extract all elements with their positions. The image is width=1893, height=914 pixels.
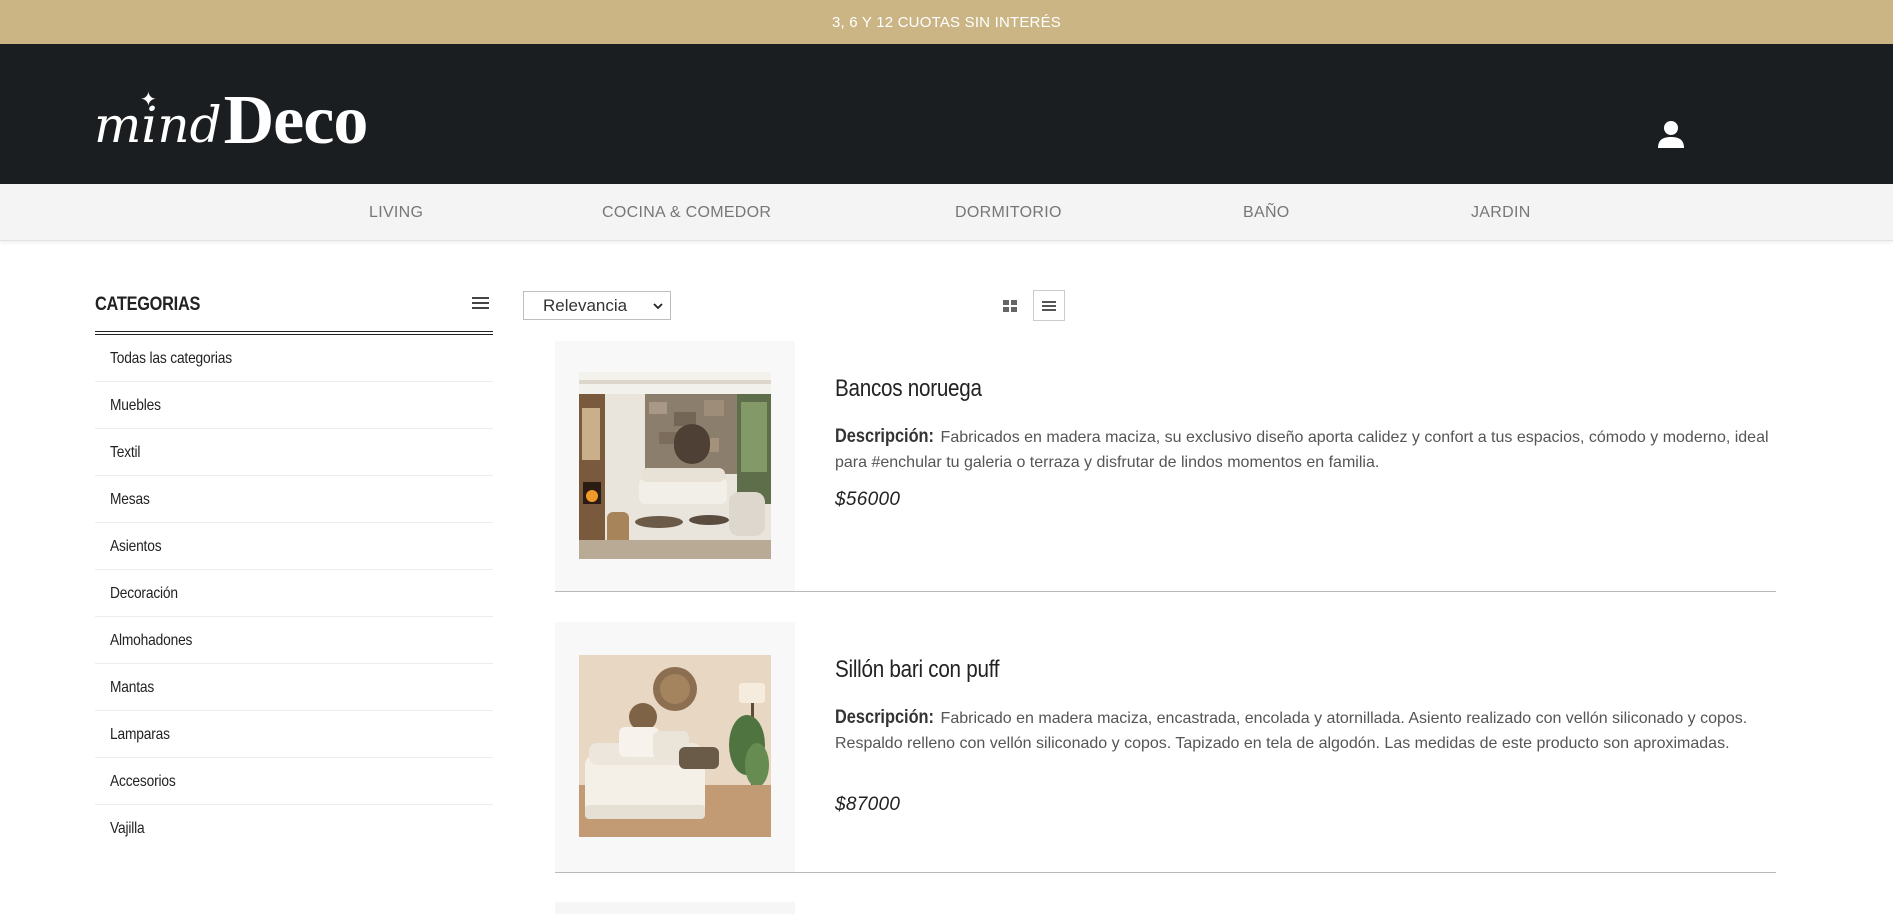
category-item-accesorios[interactable]: Accesorios	[95, 758, 493, 805]
brand-logo[interactable]: ✦ mind Deco	[94, 76, 368, 156]
description-text: Fabricados en madera maciza, su exclusiv…	[835, 429, 1769, 471]
sort-select-value: Relevancia	[543, 296, 628, 315]
category-item-muebles[interactable]: Muebles	[95, 382, 493, 429]
description-text: Fabricado en madera maciza, encastrada, …	[835, 710, 1748, 752]
sort-select[interactable]: Relevancia	[523, 291, 671, 320]
product-image[interactable]	[579, 655, 771, 837]
description-label: Descripción:	[835, 426, 934, 447]
chevron-down-icon	[653, 303, 663, 310]
nav-item-cocina-comedor[interactable]: COCINA & COMEDOR	[602, 184, 771, 241]
product-card: Bancos noruega Descripción: Fabricados e…	[555, 341, 1776, 592]
category-nav: LIVING COCINA & COMEDOR DORMITORIO BAÑO …	[0, 184, 1893, 241]
sidebar-title: CATEGORIAS	[95, 294, 201, 315]
sidebar-header: CATEGORIAS	[95, 280, 493, 335]
hamburger-menu-icon[interactable]	[471, 294, 491, 312]
product-name[interactable]: Bancos noruega	[835, 375, 982, 403]
category-item-todas[interactable]: Todas las categorias	[95, 335, 493, 382]
description-label: Descripción:	[835, 707, 934, 728]
category-item-mesas[interactable]: Mesas	[95, 476, 493, 523]
category-item-textil[interactable]: Textil	[95, 429, 493, 476]
product-image-frame	[555, 622, 795, 872]
product-image[interactable]	[579, 372, 771, 559]
product-image-frame	[555, 341, 795, 591]
nav-item-dormitorio[interactable]: DORMITORIO	[955, 184, 1062, 241]
category-item-decoracion[interactable]: Decoración	[95, 570, 493, 617]
product-card: Sillón bari con puff Descripción: Fabric…	[555, 622, 1776, 873]
product-price: $56000	[835, 489, 901, 510]
product-price: $87000	[835, 794, 901, 815]
product-name[interactable]: Sillón bari con puff	[835, 656, 1000, 684]
product-description: Descripción: Fabricados en madera maciza…	[835, 425, 1775, 475]
logo-bold-text: Deco	[223, 82, 369, 159]
nav-item-jardin[interactable]: JARDIN	[1471, 184, 1531, 241]
promo-banner: 3, 6 Y 12 CUOTAS SIN INTERÉS	[0, 0, 1893, 44]
category-item-mantas[interactable]: Mantas	[95, 664, 493, 711]
site-header: ✦ mind Deco	[0, 44, 1893, 184]
category-list: Todas las categorias Muebles Textil Mesa…	[95, 335, 493, 852]
nav-item-bano[interactable]: BAÑO	[1243, 184, 1290, 241]
user-icon[interactable]	[1657, 120, 1685, 150]
category-item-vajilla[interactable]: Vajilla	[95, 805, 493, 852]
logo-sparkle-icon: ✦	[140, 89, 157, 111]
grid-view-icon[interactable]	[998, 292, 1022, 320]
product-description: Descripción: Fabricado en madera maciza,…	[835, 706, 1775, 756]
list-view-icon[interactable]	[1033, 290, 1065, 321]
category-item-asientos[interactable]: Asientos	[95, 523, 493, 570]
category-sidebar: CATEGORIAS Todas las categorias Muebles …	[95, 280, 493, 852]
category-item-lamparas[interactable]: Lamparas	[95, 711, 493, 758]
nav-item-living[interactable]: LIVING	[369, 184, 423, 241]
promo-text: 3, 6 Y 12 CUOTAS SIN INTERÉS	[831, 13, 1061, 31]
category-item-almohadones[interactable]: Almohadones	[95, 617, 493, 664]
logo-script-text: mind	[94, 96, 222, 154]
product-card-partial	[555, 902, 795, 914]
